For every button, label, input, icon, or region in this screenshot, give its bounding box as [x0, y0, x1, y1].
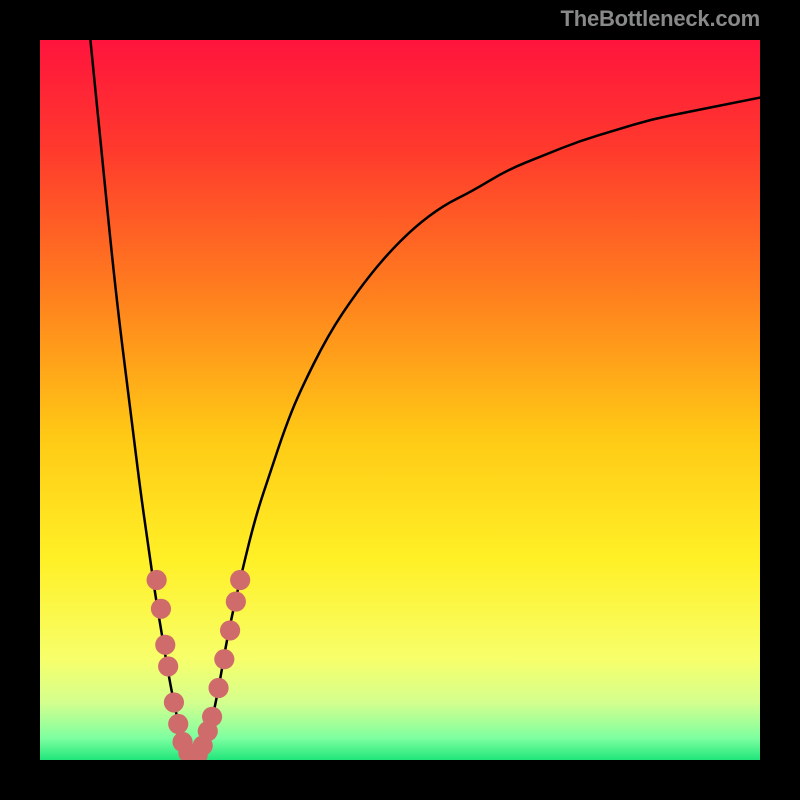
data-point: [220, 620, 240, 640]
data-point: [164, 692, 184, 712]
plot-area: [40, 40, 760, 760]
data-point: [208, 678, 228, 698]
data-point: [202, 707, 222, 727]
data-point: [155, 635, 175, 655]
chart-frame: TheBottleneck.com: [0, 0, 800, 800]
data-point: [230, 570, 250, 590]
chart-svg: [40, 40, 760, 760]
data-point: [158, 656, 178, 676]
data-point: [226, 592, 246, 612]
data-point: [214, 649, 234, 669]
watermark-label: TheBottleneck.com: [560, 6, 760, 32]
data-point: [168, 714, 188, 734]
data-point: [151, 599, 171, 619]
gradient-background: [40, 40, 760, 760]
data-point: [147, 570, 167, 590]
